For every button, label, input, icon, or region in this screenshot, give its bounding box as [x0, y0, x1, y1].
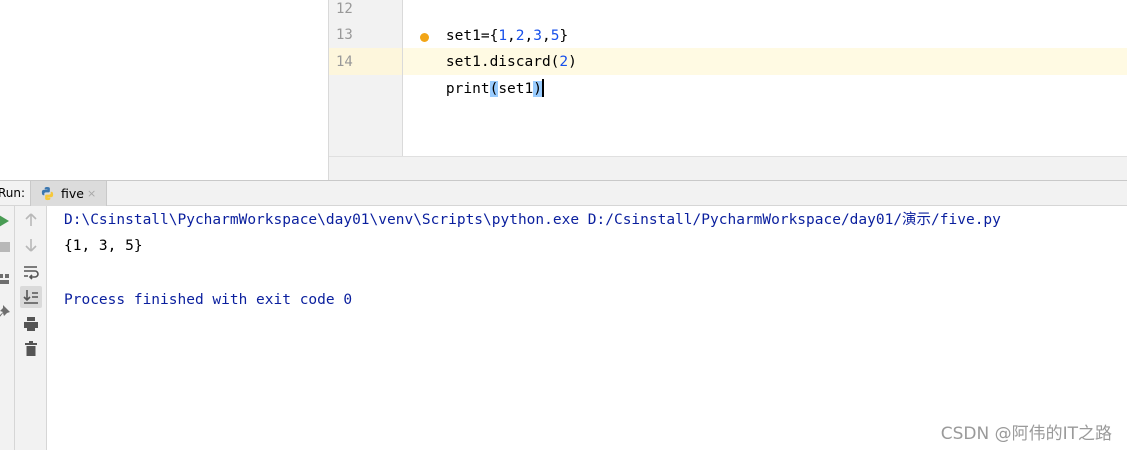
run-primary-toolbar — [0, 206, 15, 450]
editor-horizontal-scrollbar[interactable] — [329, 156, 1127, 181]
console-output[interactable]: D:\Csinstall\PycharmWorkspace\day01\venv… — [47, 206, 1127, 450]
soft-wrap-icon[interactable] — [20, 261, 42, 283]
code-editor[interactable]: set1={1,2,3,5} set1.discard(2) print(set… — [403, 0, 1127, 156]
python-file-icon — [41, 186, 54, 201]
matched-brace-close: ) — [533, 81, 542, 97]
code-token: set1 — [498, 81, 534, 97]
print-icon[interactable] — [20, 313, 42, 335]
code-line-14[interactable]: print(set1) — [411, 49, 544, 97]
stop-icon[interactable] — [0, 236, 16, 258]
console-command-line: D:\Csinstall\PycharmWorkspace\day01\venv… — [64, 212, 1001, 228]
rerun-icon[interactable] — [0, 210, 16, 232]
line-number-13: 13 — [336, 27, 353, 43]
run-tab-five[interactable]: five × — [30, 181, 107, 206]
matched-brace-open: ( — [489, 81, 499, 97]
watermark: CSDN @阿伟的IT之路 — [940, 424, 1112, 444]
line-number-14: 14 — [336, 54, 353, 70]
code-line-13[interactable]: set1.discard(2) — [411, 22, 577, 70]
up-arrow-icon[interactable] — [20, 209, 42, 231]
code-token: ) — [568, 54, 577, 70]
layout-icon[interactable] — [0, 268, 16, 290]
code-token: print — [445, 81, 490, 97]
console-exit-message: Process finished with exit code 0 — [64, 292, 353, 308]
run-tab-label: five — [61, 186, 84, 201]
text-caret — [541, 78, 544, 97]
project-pane — [0, 0, 329, 180]
run-label: Run: — [0, 186, 26, 200]
scroll-to-end-icon[interactable] — [20, 286, 42, 308]
trash-icon[interactable] — [20, 338, 42, 360]
down-arrow-icon[interactable] — [20, 234, 42, 256]
lightbulb-icon[interactable] — [420, 33, 429, 42]
editor-gutter: 12 13 14 — [329, 0, 403, 156]
code-token-number: 2 — [559, 54, 569, 70]
console-program-output: {1, 3, 5} — [64, 238, 143, 254]
run-secondary-toolbar — [15, 206, 47, 450]
close-icon[interactable]: × — [87, 181, 96, 206]
run-tool-window-header: Run: five × — [0, 180, 1127, 206]
line-number-12: 12 — [336, 1, 353, 17]
pin-icon[interactable] — [0, 301, 16, 323]
code-line-12[interactable]: set1={1,2,3,5} — [411, 0, 568, 44]
